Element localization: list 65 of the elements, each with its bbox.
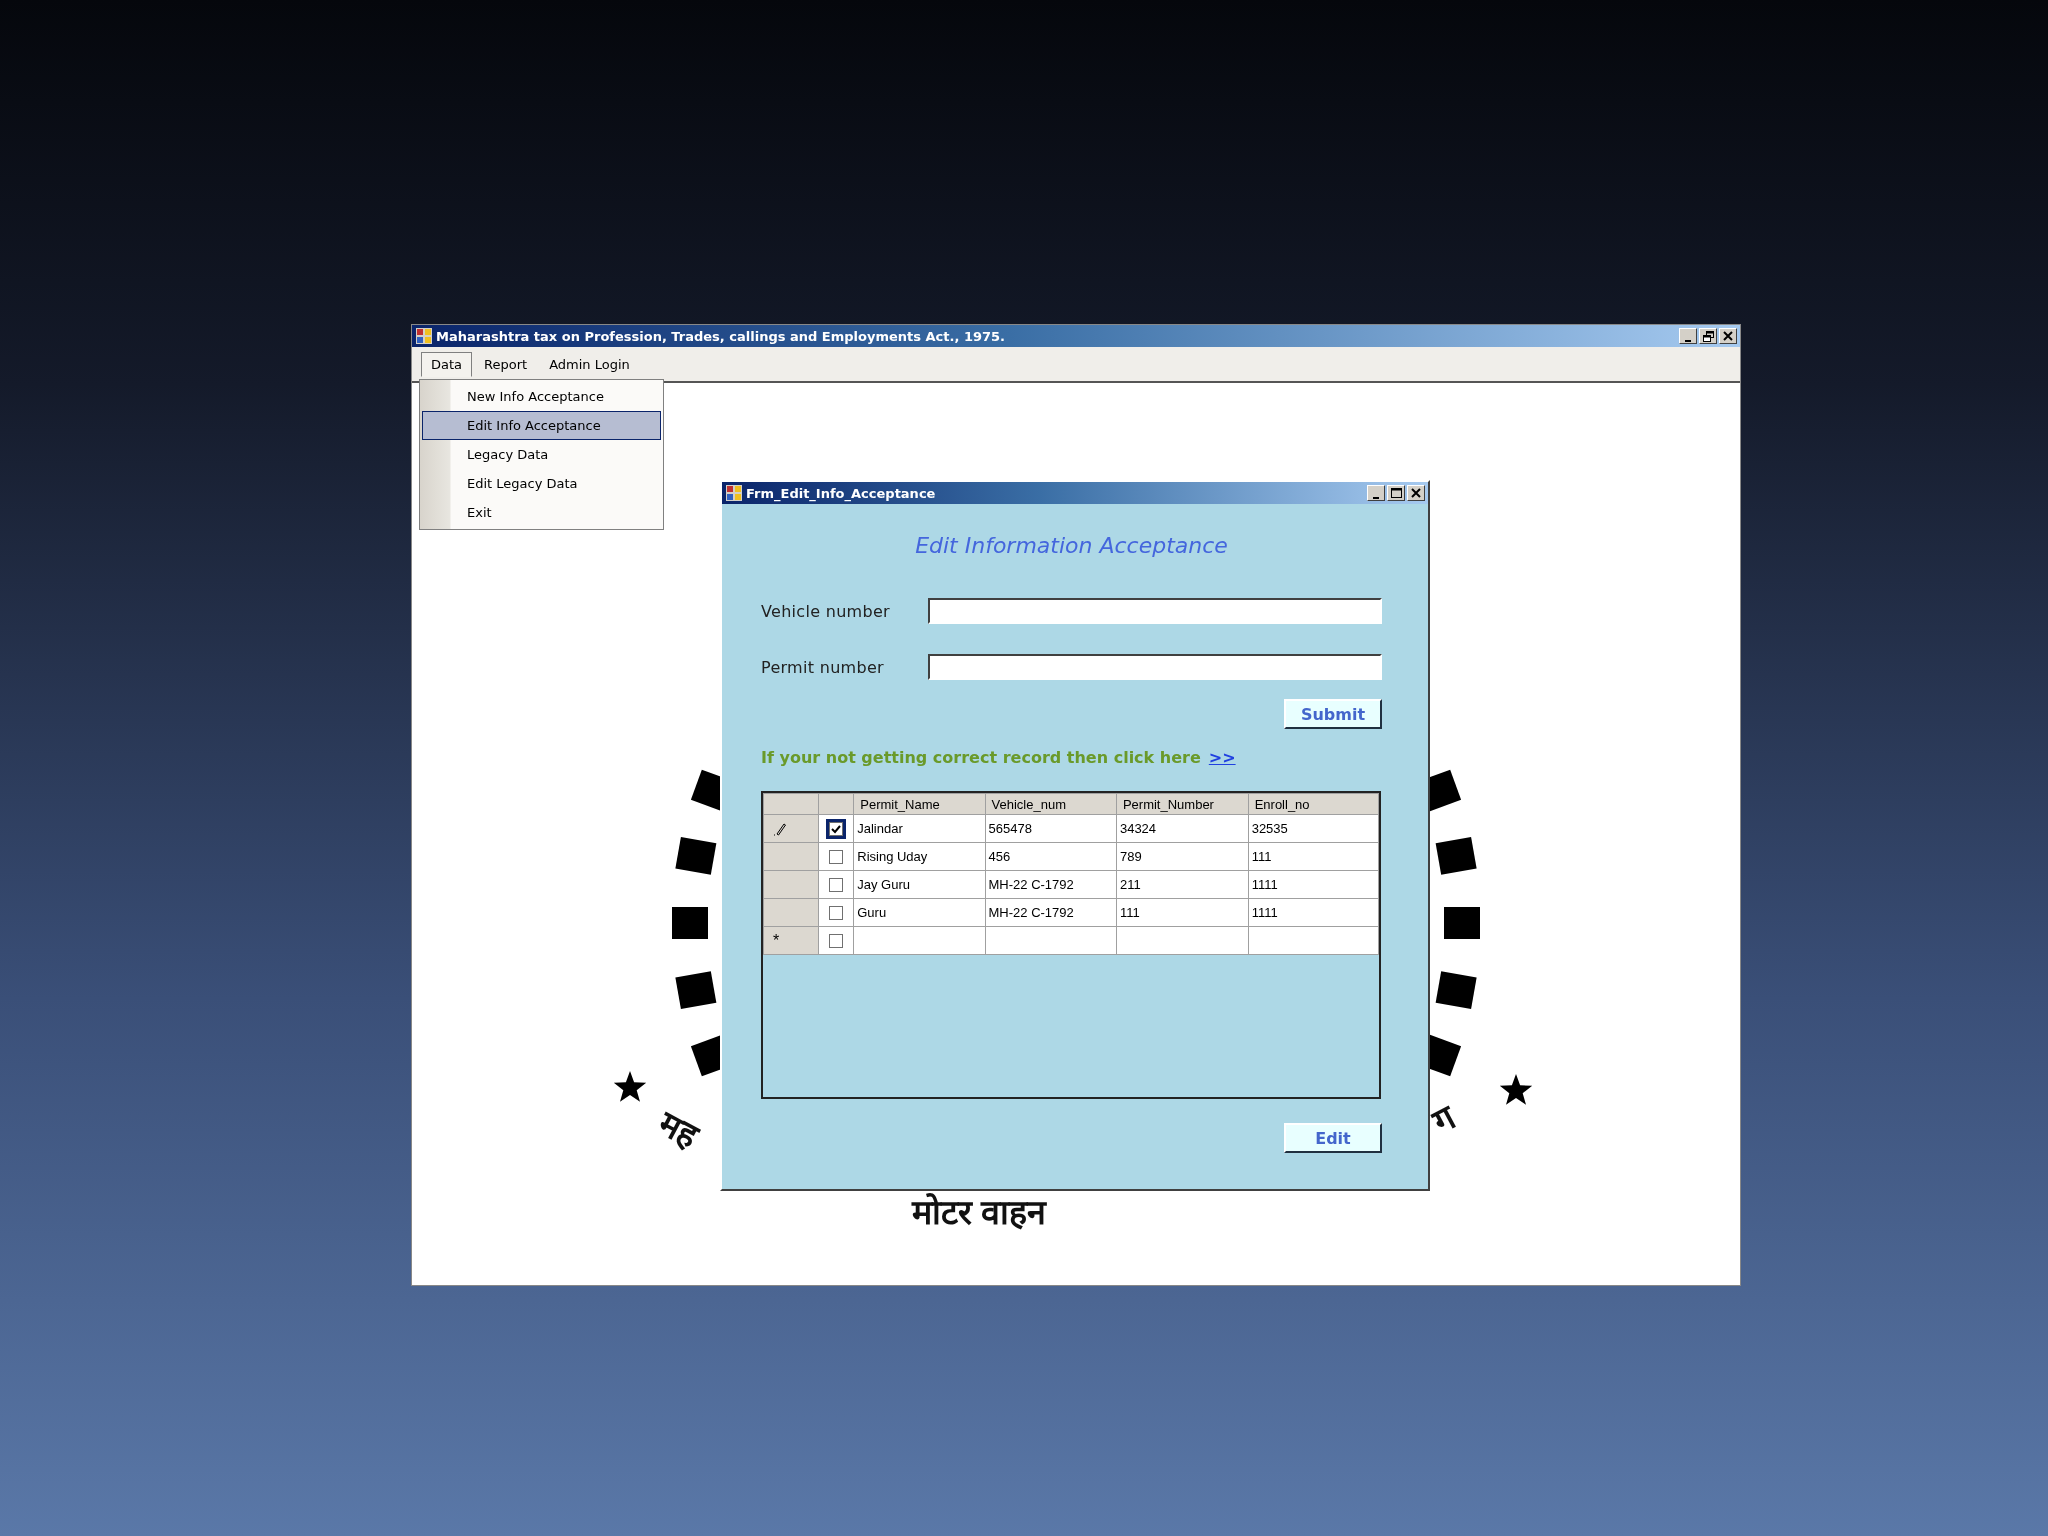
table-cell: Jay Guru (853, 870, 986, 899)
minimize-icon (1685, 338, 1691, 342)
app-icon (416, 328, 432, 344)
form-heading: Edit Information Acceptance (914, 533, 1229, 558)
menu-bar-item[interactable]: Data (421, 351, 473, 377)
restore-icon (1702, 330, 1714, 342)
edit-button[interactable]: Edit (1284, 1123, 1382, 1153)
emblem-text: मोटर वाहन (912, 1192, 1047, 1233)
emblem-text: ग (1425, 1096, 1463, 1143)
close-button[interactable] (1719, 328, 1737, 344)
checkbox[interactable] (829, 906, 844, 921)
menu-item[interactable]: Edit Info Acceptance (422, 411, 661, 440)
column-header[interactable]: Permit_Name (853, 793, 986, 815)
maximize-button[interactable] (1387, 485, 1405, 501)
menu-item[interactable]: New Info Acceptance (422, 382, 661, 411)
minimize-button[interactable] (1367, 485, 1385, 501)
table-cell: Rising Uday (853, 842, 986, 871)
table-cell: 111 (1116, 898, 1249, 927)
table-cell: 32535 (1248, 814, 1379, 843)
field-label: Vehicle number (761, 601, 891, 621)
table-cell: 456 (985, 842, 1117, 871)
pencil-icon (773, 822, 787, 837)
table-cell: MH-22 C-1792 (985, 870, 1117, 899)
submit-button[interactable]: Submit (1284, 699, 1382, 729)
app-icon (726, 485, 742, 501)
table-cell: Jalindar (853, 814, 986, 843)
input-field[interactable] (928, 654, 1382, 680)
table-cell: 789 (1116, 842, 1249, 871)
menu-item[interactable]: Legacy Data (422, 440, 661, 469)
close-icon (1723, 331, 1733, 341)
minimize-button[interactable] (1679, 328, 1697, 344)
minimize-icon (1373, 495, 1379, 499)
table-cell: 565478 (985, 814, 1117, 843)
column-header[interactable]: Enroll_no (1248, 793, 1379, 815)
menu-bar-item[interactable]: Report (474, 351, 538, 377)
table-cell: Guru (853, 898, 986, 927)
column-header[interactable]: Permit_Number (1116, 793, 1249, 815)
input-field[interactable] (928, 598, 1382, 624)
checkbox[interactable] (829, 822, 844, 837)
table-cell: 1111 (1248, 898, 1379, 927)
maximize-icon (1390, 488, 1402, 498)
new-row-marker: * (772, 931, 780, 949)
window-title: Frm_Edit_Info_Acceptance (746, 485, 937, 501)
table-cell: 111 (1248, 842, 1379, 871)
hint-text: If your not getting correct record then click here (761, 748, 1201, 767)
table-cell: MH-22 C-1792 (985, 898, 1117, 927)
checkbox[interactable] (829, 878, 844, 893)
star-icon (613, 1071, 647, 1102)
checkbox[interactable] (829, 850, 844, 865)
link[interactable]: >> (1208, 748, 1236, 767)
emblem-text: मह (651, 1102, 706, 1157)
table-cell: 34324 (1116, 814, 1249, 843)
close-button[interactable] (1407, 485, 1425, 501)
restore-button[interactable] (1699, 328, 1717, 344)
star-icon (1499, 1074, 1533, 1105)
window-title: Maharashtra tax on Profession, Trades, callings and Employments Act., 1975. (436, 328, 1007, 344)
checkbox[interactable] (829, 934, 844, 949)
menu-bar-item[interactable]: Admin Login (539, 351, 640, 377)
menu-item[interactable]: Edit Legacy Data (422, 469, 661, 498)
column-header[interactable]: Vehicle_num (985, 793, 1117, 815)
field-label: Permit number (761, 657, 885, 677)
table-cell: 1111 (1248, 870, 1379, 899)
close-icon (1411, 488, 1421, 498)
table-cell: 211 (1116, 870, 1249, 899)
menu-item[interactable]: Exit (422, 498, 661, 527)
